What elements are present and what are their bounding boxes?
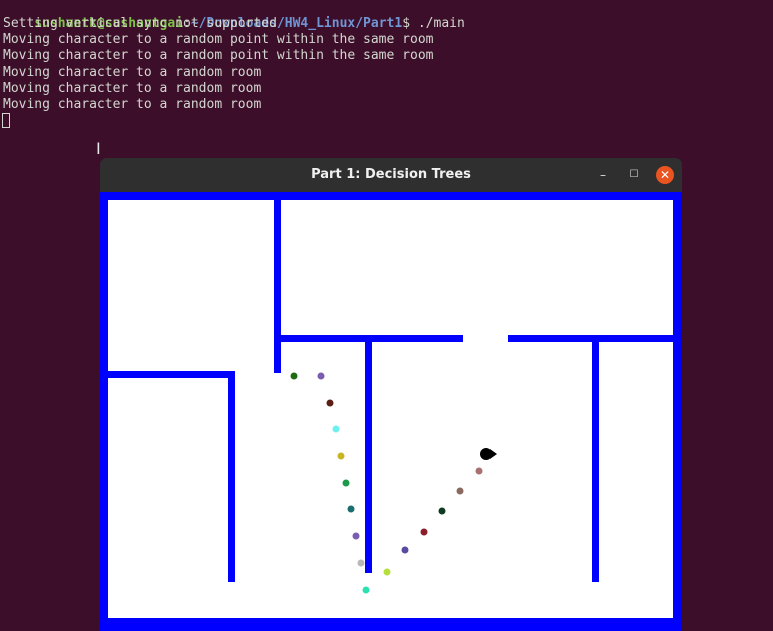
game-canvas[interactable] (100, 192, 682, 631)
wall (281, 335, 463, 342)
terminal-output-line: Moving character to a random room (3, 81, 262, 96)
text-cursor-icon: I (96, 139, 101, 158)
terminal-output-line: Moving character to a random point withi… (3, 32, 434, 47)
app-window[interactable]: Part 1: Decision Trees – ☐ ✕ (100, 158, 682, 631)
close-button[interactable]: ✕ (656, 166, 674, 184)
wall (228, 378, 235, 582)
breadcrumb-dot (438, 507, 446, 515)
wall (274, 200, 281, 373)
terminal-cursor (2, 113, 10, 128)
breadcrumb-dot (475, 467, 483, 475)
breadcrumb-dot (383, 568, 391, 576)
window-titlebar[interactable]: Part 1: Decision Trees – ☐ ✕ (100, 158, 682, 192)
maximize-button[interactable]: ☐ (625, 166, 643, 184)
breadcrumb-dot (352, 532, 360, 540)
breadcrumb-dot (347, 505, 355, 513)
prompt-symbol: $ (402, 16, 418, 31)
wall (592, 342, 599, 582)
breadcrumb-dot (420, 528, 428, 536)
breadcrumb-dot (342, 479, 350, 487)
terminal-output-line: Setting vertical sync not supported (3, 16, 277, 31)
breadcrumb-dot (362, 586, 370, 594)
terminal-output-line: Moving character to a random point withi… (3, 48, 434, 63)
breadcrumb-dot (357, 559, 365, 567)
terminal-output-line: Moving character to a random room (3, 97, 262, 112)
breadcrumb-dot (290, 372, 298, 380)
breadcrumb-dot (332, 425, 340, 433)
breadcrumb-dot (401, 546, 409, 554)
floor (108, 200, 673, 618)
terminal-prompt-line: sushantk@sushantgai:~/Downloads/HW4_Linu… (3, 0, 465, 31)
breadcrumb-dot (456, 487, 464, 495)
wall (508, 335, 673, 342)
wall (365, 342, 372, 573)
terminal-command: ./main (417, 16, 465, 31)
breadcrumb-dot (326, 399, 334, 407)
minimize-button[interactable]: – (594, 166, 612, 184)
breadcrumb-dot (337, 452, 345, 460)
terminal-output-line: Moving character to a random room (3, 65, 262, 80)
breadcrumb-dot (317, 372, 325, 380)
wall (108, 371, 235, 378)
